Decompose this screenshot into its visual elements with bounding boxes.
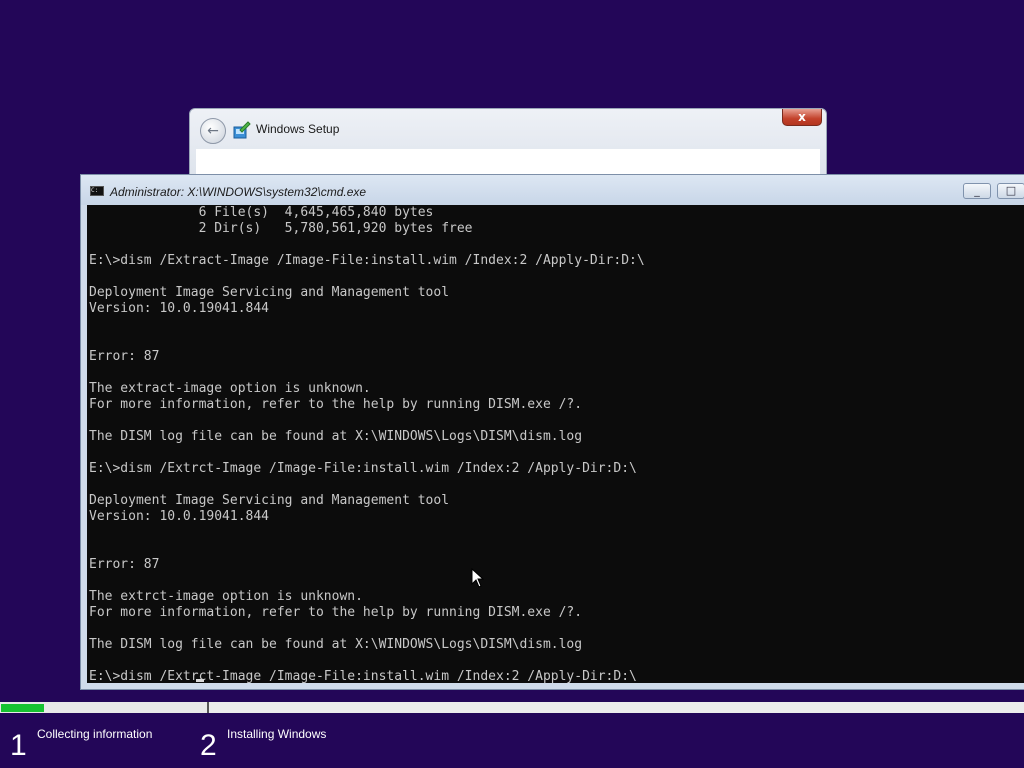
console-line: Version: 10.0.19041.844 (89, 301, 270, 316)
close-icon: x (798, 110, 806, 124)
console-output[interactable]: 6 File(s) 4,645,465,840 bytes 2 Dir(s) 5… (87, 205, 1024, 683)
step-1-label: Collecting information (37, 727, 153, 741)
setup-progress-bar (0, 702, 1024, 713)
console-line: Version: 10.0.19041.844 (89, 509, 270, 524)
cmd-window-title: Administrator: X:\WINDOWS\system32\cmd.e… (110, 185, 367, 199)
step-2-label: Installing Windows (227, 727, 327, 741)
console-line: E:\>dism /Extrct-Image /Image-File:insta… (89, 669, 637, 683)
console-line: 2 Dir(s) 5,780,561,920 bytes free (89, 221, 473, 236)
progress-step-1-segment (0, 702, 209, 713)
maximize-button[interactable]: □ (997, 183, 1024, 199)
console-line: Error: 87 (89, 557, 160, 572)
console-line: The extract-image option is unknown. (89, 381, 371, 396)
console-line: E:\>dism /Extract-Image /Image-File:inst… (89, 253, 645, 268)
console-text: 6 File(s) 4,645,465,840 bytes 2 Dir(s) 5… (89, 205, 645, 683)
back-arrow-icon[interactable]: ← (200, 118, 226, 144)
console-line: Deployment Image Servicing and Managemen… (89, 493, 450, 508)
setup-window-title: Windows Setup (256, 122, 340, 136)
progress-fill (1, 704, 44, 712)
console-line: E:\>dism /Extrct-Image /Image-File:insta… (89, 461, 637, 476)
minimize-button[interactable]: _ (963, 183, 991, 199)
step-2-number: 2 (200, 729, 217, 762)
console-line: The DISM log file can be found at X:\WIN… (89, 637, 583, 652)
setup-app-icon (233, 121, 251, 139)
mouse-pointer-icon (471, 568, 485, 588)
text-cursor (196, 679, 204, 682)
close-button[interactable]: x (782, 109, 822, 126)
console-line: For more information, refer to the help … (89, 397, 583, 412)
console-line: Error: 87 (89, 349, 160, 364)
console-line: The extrct-image option is unknown. (89, 589, 363, 604)
console-line: Deployment Image Servicing and Managemen… (89, 285, 450, 300)
console-line: The DISM log file can be found at X:\WIN… (89, 429, 583, 444)
step-1-number: 1 (10, 729, 27, 762)
console-line: For more information, refer to the help … (89, 605, 583, 620)
minimize-icon: _ (974, 184, 980, 197)
cmd-titlebar[interactable]: C: Administrator: X:\WINDOWS\system32\cm… (81, 175, 1024, 205)
cmd-window: C: Administrator: X:\WINDOWS\system32\cm… (80, 174, 1024, 690)
console-line: 6 File(s) 4,645,465,840 bytes (89, 205, 434, 220)
cmd-app-icon: C: (90, 186, 104, 196)
windows-setup-window: ← Windows Setup x (189, 108, 827, 179)
maximize-icon: □ (1005, 184, 1017, 197)
